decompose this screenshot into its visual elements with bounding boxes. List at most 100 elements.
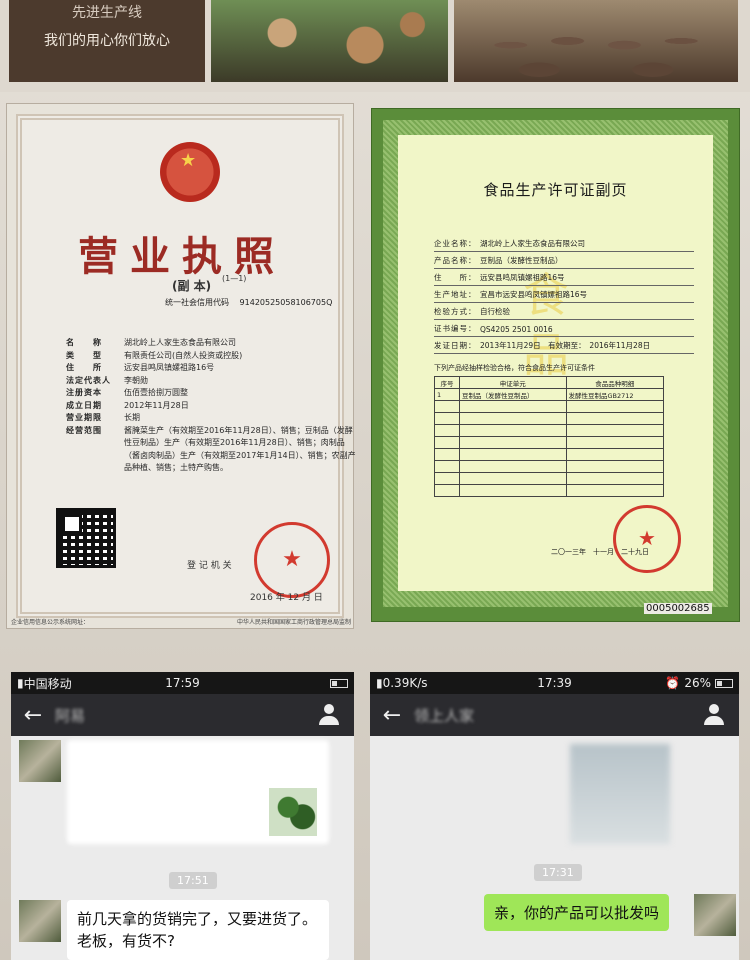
contact-avatar[interactable] xyxy=(19,900,61,942)
contact-profile-icon[interactable] xyxy=(318,704,340,726)
battery-icon xyxy=(330,678,348,688)
table-row xyxy=(433,448,664,461)
table-header: 序号 xyxy=(433,376,461,389)
permit-title: 食品生产许可证副页 xyxy=(483,181,628,199)
table-row xyxy=(433,484,664,497)
field-value: 湖北岭上人家生态食品有限公司 xyxy=(124,338,236,347)
license-field: 类 型 有限责任公司(自然人投资或控股) xyxy=(66,350,356,363)
credit-code: 统一社会信用代码 91420525058106705Q xyxy=(165,297,332,308)
license-footer-right: 中华人民共和国国家工商行政管理总局监制 xyxy=(236,619,351,626)
table-cell: 1 xyxy=(433,388,461,401)
credit-code-value: 91420525058106705Q xyxy=(239,298,333,307)
table-row: 1 豆制品（发酵性豆制品） 发酵性豆制品GB2712 xyxy=(433,388,664,401)
table-row xyxy=(433,472,664,485)
table-header-row: 序号 申证单元 食品品种明细 xyxy=(433,376,664,389)
credit-code-label: 统一社会信用代码 xyxy=(165,298,229,307)
field-key: 成立日期 xyxy=(66,400,102,410)
license-sub-index: (1—1) xyxy=(222,274,247,283)
field-key: 发证日期： xyxy=(434,341,477,350)
permit-seal-icon: ★ xyxy=(613,505,681,573)
banner-line-1: 先进生产线 xyxy=(72,5,142,21)
permit-field: 住 所： 远安县鸣凤镇嫘祖路16号 xyxy=(434,269,694,286)
field-value: 酱腌菜生产（有效期至2016年11月28日）、销售；豆制品（发酵性豆制品）生产（… xyxy=(124,425,356,473)
field-value: 豆制品（发酵性豆制品） xyxy=(480,256,563,265)
chat-contact-name: 阿易 xyxy=(55,706,86,725)
permit-date: 二〇一三年 十一月 二十九日 xyxy=(551,548,649,556)
field-value: 自行检验 xyxy=(480,307,510,316)
field-value: 李朝勋 xyxy=(124,375,148,385)
field-value: 有限责任公司(自然人投资或控股) xyxy=(124,350,243,360)
table-row xyxy=(433,436,664,449)
mushroom-photo xyxy=(211,0,448,82)
chat-nav-bar: ← 领上人家 xyxy=(370,694,739,736)
field-key: 住 所 xyxy=(66,363,102,372)
status-icons xyxy=(330,678,348,688)
table-cell: 发酵性豆制品GB2712 xyxy=(565,388,664,401)
field-value: 湖北岭上人家生态食品有限公司 xyxy=(480,239,585,248)
field-key: 住 所： xyxy=(434,273,477,282)
product-detail-page: 先进生产线 我们的用心你们放心 ★ 营业执照 (副 本) (1—1) 统一社会信… xyxy=(0,0,750,960)
chat-contact-name: 领上人家 xyxy=(414,706,475,725)
table-row xyxy=(433,412,664,425)
field-key: 营业期限 xyxy=(66,413,102,422)
message-image-thumbnail[interactable] xyxy=(269,788,317,836)
status-time: 17:39 xyxy=(537,676,572,690)
license-footer-left: 企业信用信息公示系统网址： xyxy=(11,619,90,626)
license-field: 经营范围 酱腌菜生产（有效期至2016年11月28日）、销售；豆制品（发酵性豆制品… xyxy=(66,425,356,475)
status-time: 17:59 xyxy=(165,676,200,690)
field-key: 法定代表人 xyxy=(66,375,111,385)
status-bar: ▮ 0.39K/s 17:39 ⏰ 26% xyxy=(370,672,739,694)
field-value: QS4205 2501 0016 xyxy=(480,325,553,334)
top-banner: 先进生产线 我们的用心你们放心 xyxy=(0,0,750,92)
table-row xyxy=(433,424,664,437)
back-arrow-icon[interactable]: ← xyxy=(370,703,414,728)
field-value: 2012年11月28日 xyxy=(124,400,189,410)
banner-line-2: 我们的用心你们放心 xyxy=(44,33,170,49)
qr-code-icon xyxy=(56,508,116,568)
license-subtitle: (副 本) xyxy=(172,279,212,293)
permit-fields: 企业名称： 湖北岭上人家生态食品有限公司 产品名称： 豆制品（发酵性豆制品） 住 所… xyxy=(434,235,694,354)
table-row xyxy=(433,460,664,473)
license-field: 营业期限 长期 xyxy=(66,412,356,425)
license-field: 法定代表人 李朝勋 xyxy=(66,375,356,388)
permit-field: 生产地址： 宜昌市远安县鸣凤镇嫘祖路16号 xyxy=(434,286,694,303)
chat-timestamp: 17:31 xyxy=(534,864,582,881)
permit-serial: 0005002685 xyxy=(644,603,712,614)
field-key: 检验方式： xyxy=(434,307,477,316)
field-key: 生产地址： xyxy=(434,290,477,299)
permit-field: 企业名称： 湖北岭上人家生态食品有限公司 xyxy=(434,235,694,252)
fermentation-jars-photo xyxy=(454,0,738,82)
blurred-shared-image[interactable] xyxy=(570,744,670,844)
permit-condition: 下列产品经抽样检验合格，符合食品生产许可证条件 xyxy=(434,364,595,372)
food-permit-image: 食品 食品生产许可证副页 企业名称： 湖北岭上人家生态食品有限公司 产品名称： 豆制… xyxy=(371,108,740,622)
incoming-message-bubble: 前几天拿的货销完了，又要进货了。老板，有货不? xyxy=(67,900,329,960)
field-key: 类 型 xyxy=(66,350,102,360)
field-key: 证书编号： xyxy=(434,324,477,333)
field-value: 远安县鸣凤镇嫘祖路16号 xyxy=(480,273,565,282)
license-field: 成立日期 2012年11月28日 xyxy=(66,400,356,413)
field-key: 产品名称： xyxy=(434,256,477,265)
license-fields: 名 称 湖北岭上人家生态食品有限公司 类 型 有限责任公司(自然人投资或控股) 住 … xyxy=(66,337,356,475)
business-license-image: ★ 营业执照 (副 本) (1—1) 统一社会信用代码 914205250581… xyxy=(6,103,356,629)
chat-screenshot-right: ▮ 0.39K/s 17:39 ⏰ 26% ← 领上人家 17:31 亲，你的产… xyxy=(370,672,739,960)
own-avatar[interactable] xyxy=(694,894,736,936)
license-frame: ★ 营业执照 (副 本) (1—1) 统一社会信用代码 914205250581… xyxy=(16,114,356,618)
back-arrow-icon[interactable]: ← xyxy=(11,703,55,728)
license-field: 注册资本 伍佰壹拾捌万圆整 xyxy=(66,387,356,400)
permit-field: 产品名称： 豆制品（发酵性豆制品） xyxy=(434,252,694,269)
permit-paper: 食品 食品生产许可证副页 企业名称： 湖北岭上人家生态食品有限公司 产品名称： 豆制… xyxy=(398,135,713,591)
field-key: 注册资本 xyxy=(66,388,102,397)
permit-table: 序号 申证单元 食品品种明细 1 豆制品（发酵性豆制品） 发酵性豆制品GB271… xyxy=(433,376,664,497)
permit-field: 证书编号： QS4205 2501 0016 xyxy=(434,320,694,337)
table-header: 食品品种明细 xyxy=(565,376,664,389)
chat-screenshot-left: ▮ 中国移动 17:59 ← 阿易 17:51 前几天拿的货销完了，又要进货了。… xyxy=(11,672,354,960)
contact-profile-icon[interactable] xyxy=(703,704,725,726)
field-value: 长期 xyxy=(124,413,140,422)
license-footer: 企业信用信息公示系统网址： 中华人民共和国国家工商行政管理总局监制 xyxy=(11,617,351,626)
field-value: 宜昌市远安县鸣凤镇嫘祖路16号 xyxy=(480,290,588,299)
status-bar: ▮ 中国移动 17:59 xyxy=(11,672,354,694)
table-header: 申证单元 xyxy=(459,376,567,389)
field-value: 2013年11月29日 有效期至： 2016年11月28日 xyxy=(480,341,651,350)
contact-avatar[interactable] xyxy=(19,740,61,782)
permit-field: 发证日期： 2013年11月29日 有效期至： 2016年11月28日 xyxy=(434,337,694,354)
